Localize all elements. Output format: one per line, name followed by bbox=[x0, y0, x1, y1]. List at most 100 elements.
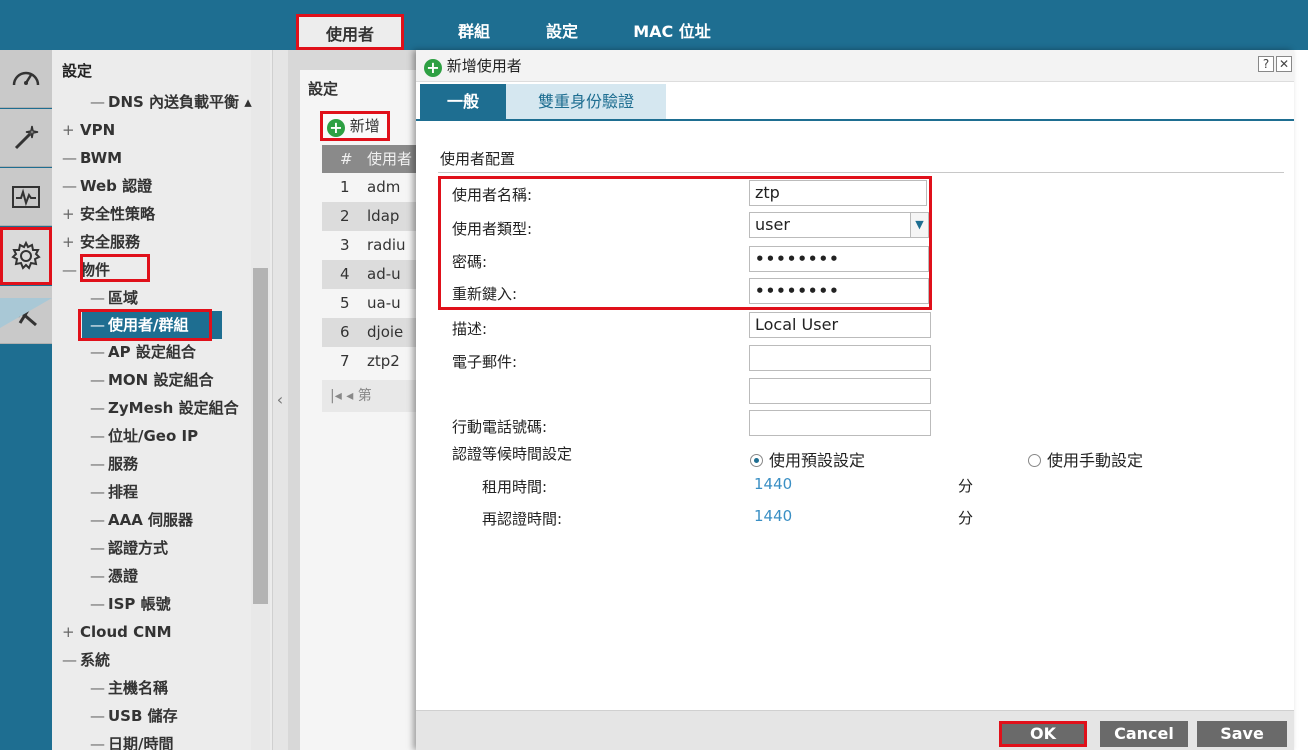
settings-gear-icon bbox=[11, 240, 41, 270]
username-label: 使用者名稱: bbox=[452, 186, 533, 204]
table-row[interactable]: 5 ua-u bbox=[322, 289, 418, 318]
sidebar-item-cloud-cnm[interactable]: + Cloud CNM bbox=[62, 618, 172, 646]
mobile-input[interactable] bbox=[749, 410, 931, 436]
sidebar-item-service[interactable]: — 服務 bbox=[90, 450, 138, 478]
sidebar-item-address-geoip[interactable]: — 位址/Geo IP bbox=[90, 422, 198, 450]
mobile-label: 行動電話號碼: bbox=[452, 418, 548, 436]
prev-page-icon[interactable]: ◂ bbox=[346, 388, 353, 404]
dashboard-button[interactable] bbox=[0, 50, 52, 108]
sidebar-item-zymesh-profile[interactable]: — ZyMesh 設定組合 bbox=[90, 394, 239, 422]
dashboard-icon bbox=[12, 71, 40, 85]
password-input[interactable]: •••••••• bbox=[749, 246, 929, 272]
email-field-1[interactable] bbox=[749, 345, 931, 371]
sidebar-item-mon-profile[interactable]: — MON 設定組合 bbox=[90, 366, 213, 394]
sidebar-item-bwm[interactable]: — BWM bbox=[62, 144, 122, 172]
grid-header-num: # bbox=[340, 150, 353, 168]
monitor-button[interactable] bbox=[0, 168, 52, 226]
sidebar-item-certificate[interactable]: — 憑證 bbox=[90, 562, 138, 590]
main-title: 設定 bbox=[308, 80, 339, 98]
tab-users[interactable]: 使用者 bbox=[296, 14, 404, 50]
sidebar-item-web-auth[interactable]: — Web 認證 bbox=[62, 172, 152, 200]
radio-selected-icon bbox=[750, 454, 763, 467]
table-row[interactable]: 4 ad-u bbox=[322, 260, 418, 289]
table-row[interactable]: 7 ztp2 bbox=[322, 347, 418, 376]
lease-time-unit: 分 bbox=[958, 477, 974, 495]
sidebar-item-system[interactable]: — 系統 bbox=[62, 646, 110, 674]
username-input[interactable]: ztp bbox=[749, 180, 927, 206]
usertype-value: user bbox=[755, 215, 790, 234]
add-user-icon: + bbox=[424, 59, 442, 77]
add-button-label: 新增 bbox=[349, 117, 380, 135]
icon-rail bbox=[0, 50, 52, 750]
tab-general[interactable]: 一般 bbox=[420, 84, 506, 119]
settings-button[interactable] bbox=[0, 227, 52, 285]
grid-header: # 使用者 bbox=[322, 145, 418, 173]
section-title: 使用者配置 bbox=[440, 150, 516, 168]
add-user-dialog: + 新增使用者 ? ✕ 一般 雙重身份驗證 使用者配置 使用者名稱: ztp 使… bbox=[416, 50, 1294, 750]
pager-label: 第 bbox=[357, 388, 372, 404]
wizard-button[interactable] bbox=[0, 109, 52, 167]
lease-time-label: 租用時間: bbox=[482, 478, 548, 496]
add-button[interactable]: + 新增 bbox=[320, 111, 390, 141]
help-icon[interactable]: ? bbox=[1258, 56, 1274, 72]
email-field-2[interactable] bbox=[749, 378, 931, 404]
tab-mac-address[interactable]: MAC 位址 bbox=[622, 14, 722, 50]
grid-header-name: 使用者 bbox=[367, 150, 413, 168]
sidebar-item-aaa-server[interactable]: — AAA 伺服器 bbox=[90, 506, 193, 534]
sidebar-item-user-group[interactable]: — 使用者/群組 bbox=[82, 311, 222, 339]
dialog-tabs: 一般 雙重身份驗證 bbox=[416, 84, 1294, 121]
top-bar: 使用者 群組 設定 MAC 位址 bbox=[0, 0, 1308, 50]
collapse-left-icon[interactable]: ‹ bbox=[273, 385, 287, 415]
sidebar-item-dns-inbound-lb[interactable]: — DNS 內送負載平衡 ▴ bbox=[90, 88, 252, 116]
sidebar-item-security-service[interactable]: + 安全服務 bbox=[62, 228, 140, 256]
retype-password-input[interactable]: •••••••• bbox=[749, 278, 929, 304]
table-row[interactable]: 1 adm bbox=[322, 173, 418, 202]
usertype-select[interactable]: user ▼ bbox=[749, 212, 929, 238]
sidebar-item-usb-storage[interactable]: — USB 儲存 bbox=[90, 702, 178, 730]
reauth-time-label: 再認證時間: bbox=[482, 510, 563, 528]
close-icon[interactable]: ✕ bbox=[1276, 56, 1292, 72]
lease-time-value: 1440 bbox=[754, 475, 793, 493]
table-row[interactable]: 6 djoie bbox=[322, 318, 418, 347]
ok-button[interactable]: OK bbox=[999, 721, 1087, 747]
dialog-header: + 新增使用者 ? ✕ bbox=[416, 50, 1294, 82]
reauth-time-value: 1440 bbox=[754, 507, 793, 525]
table-row[interactable]: 2 ldap bbox=[322, 202, 418, 231]
chevron-down-icon[interactable]: ▼ bbox=[910, 213, 928, 237]
description-input[interactable]: Local User bbox=[749, 312, 931, 338]
wizard-icon bbox=[14, 125, 39, 149]
add-plus-icon: + bbox=[327, 119, 345, 137]
reauth-time-unit: 分 bbox=[958, 509, 974, 527]
tab-two-factor-auth[interactable]: 雙重身份驗證 bbox=[506, 84, 666, 119]
radio-unselected-icon bbox=[1028, 454, 1041, 467]
sidebar-scrollbar[interactable] bbox=[253, 268, 268, 604]
first-page-icon[interactable]: |◂ bbox=[330, 388, 342, 404]
monitor-icon bbox=[12, 185, 40, 208]
sidebar-item-date-time[interactable]: — 日期/時間 bbox=[90, 730, 173, 750]
section-divider bbox=[438, 172, 1284, 173]
sidebar-item-host-name[interactable]: — 主機名稱 bbox=[90, 674, 168, 702]
rail-decoration bbox=[0, 298, 52, 328]
sidebar-item-vpn[interactable]: + VPN bbox=[62, 116, 115, 144]
sidebar-item-zone[interactable]: — 區域 bbox=[90, 284, 138, 312]
sidebar-item-isp-account[interactable]: — ISP 帳號 bbox=[90, 590, 171, 618]
description-label: 描述: bbox=[452, 320, 488, 338]
tab-groups[interactable]: 群組 bbox=[444, 14, 504, 50]
auth-timeout-label: 認證等候時間設定 bbox=[452, 445, 573, 463]
sidebar-title: 設定 bbox=[62, 62, 93, 80]
table-row[interactable]: 3 radiu bbox=[322, 231, 418, 260]
radio-use-default[interactable]: 使用預設設定 bbox=[750, 447, 865, 471]
sidebar-item-object[interactable]: — 物件 bbox=[62, 256, 110, 284]
sidebar-item-auth-method[interactable]: — 認證方式 bbox=[90, 534, 168, 562]
radio-use-manual[interactable]: 使用手動設定 bbox=[1028, 447, 1143, 471]
grid-pager: |◂ ◂ 第 bbox=[322, 380, 418, 412]
email-label: 電子郵件: bbox=[452, 353, 518, 371]
save-button[interactable]: Save bbox=[1197, 721, 1287, 747]
usertype-label: 使用者類型: bbox=[452, 220, 533, 238]
cancel-button[interactable]: Cancel bbox=[1100, 721, 1188, 747]
sidebar-item-ap-profile[interactable]: — AP 設定組合 bbox=[90, 338, 196, 366]
sidebar-item-schedule[interactable]: — 排程 bbox=[90, 478, 138, 506]
tab-settings[interactable]: 設定 bbox=[532, 14, 592, 50]
dialog-title: + 新增使用者 bbox=[424, 55, 522, 77]
sidebar-item-security-policy[interactable]: + 安全性策略 bbox=[62, 200, 155, 228]
